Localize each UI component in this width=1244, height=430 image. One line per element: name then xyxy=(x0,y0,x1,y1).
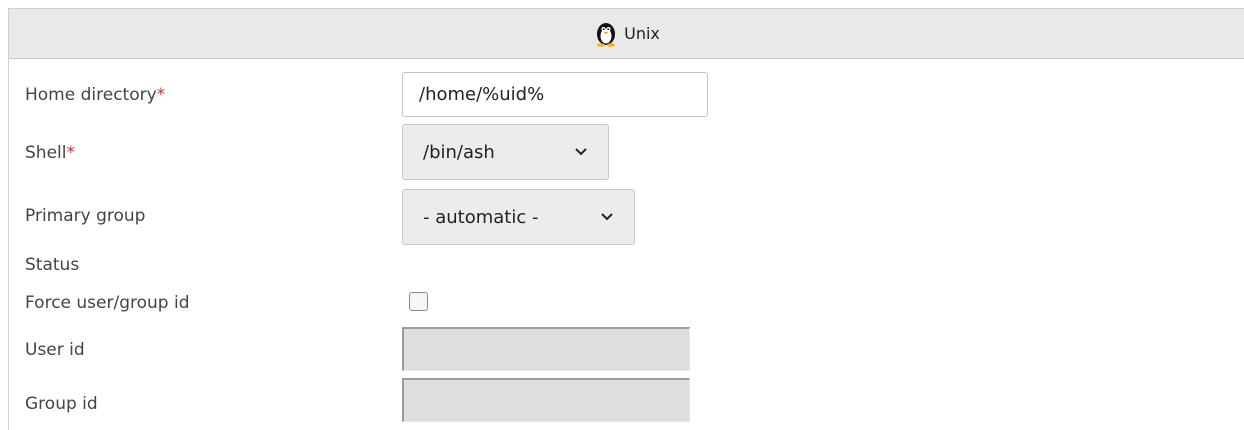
panel-header: Unix xyxy=(9,9,1244,59)
required-mark: * xyxy=(66,143,75,163)
shell-select[interactable]: /bin/ash xyxy=(402,124,609,180)
user-id-label: User id xyxy=(25,340,85,360)
home-directory-input[interactable]: /home/%uid% xyxy=(402,72,708,117)
required-mark: * xyxy=(156,85,166,105)
chevron-down-icon xyxy=(575,148,587,156)
force-id-label: Force user/group id xyxy=(25,293,190,313)
panel-title: Unix xyxy=(624,24,660,43)
primary-group-select[interactable]: - automatic - xyxy=(402,189,635,245)
group-id-label: Group id xyxy=(25,394,98,414)
user-id-input[interactable] xyxy=(402,327,690,371)
force-id-checkbox[interactable] xyxy=(409,292,428,311)
group-id-input[interactable] xyxy=(402,378,690,422)
status-label: Status xyxy=(25,255,80,275)
primary-group-label: Primary group xyxy=(25,206,146,226)
home-directory-label: Home directory* xyxy=(25,85,166,105)
chevron-down-icon xyxy=(601,213,613,221)
tux-penguin-icon xyxy=(597,22,616,47)
shell-label: Shell* xyxy=(25,143,75,163)
